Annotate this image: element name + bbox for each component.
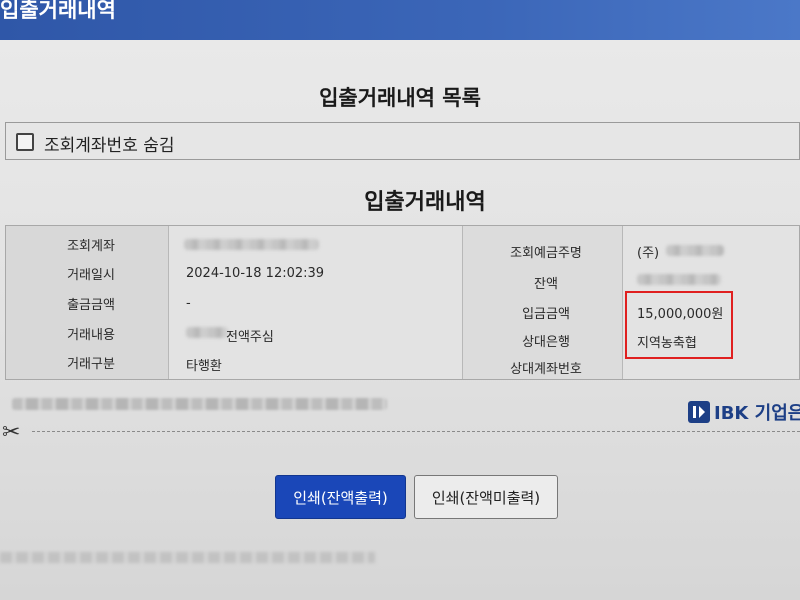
label-deposit: 입금금액 [522,307,570,322]
label-datetime: 거래일시 [67,268,115,283]
label-holder-name: 조회예금주명 [510,246,582,261]
ibk-logo-icon [688,401,710,423]
print-without-balance-button[interactable]: 인쇄(잔액미출력) [414,475,558,519]
label-counter-bank: 상대은행 [522,335,570,350]
label-counter-account: 상대계좌번호 [510,362,582,377]
label-description: 거래내용 [67,328,115,343]
hide-account-label: 조회계좌번호 숨김 [44,136,175,156]
list-title: 입출거래내역 목록 [319,86,481,110]
redacted-footer-text [12,398,387,410]
redacted-description-prefix [186,327,228,338]
redacted-bottom-text [0,552,375,563]
value-datetime: 2024-10-18 12:02:39 [186,266,325,281]
redacted-balance [637,274,721,285]
redacted-account [184,239,319,250]
section-title: 입출거래내역 [364,190,486,215]
highlight-box [625,291,733,359]
value-description: 전액주심 [226,330,274,345]
window-titlebar: 입출거래내역 [0,0,800,40]
ibk-logo-text: IBK 기업은 [714,403,800,424]
ibk-logo: IBK 기업은 [688,399,800,427]
label-balance: 잔액 [534,277,558,292]
redacted-holder-name [666,245,724,256]
value-type: 타행환 [186,359,222,374]
hide-account-checkbox[interactable] [16,133,34,151]
cut-line [32,431,800,432]
hide-account-row[interactable]: 조회계좌번호 숨김 [5,122,800,160]
label-account: 조회계좌 [67,239,115,254]
window-title: 입출거래내역 [0,0,116,22]
print-with-balance-button[interactable]: 인쇄(잔액출력) [275,475,406,519]
label-type: 거래구분 [67,357,115,372]
label-withdrawal: 출금금액 [67,298,115,313]
value-withdrawal: - [186,296,191,311]
scissors-icon: ✂ [2,420,21,445]
value-holder-prefix: (주) [637,246,660,261]
